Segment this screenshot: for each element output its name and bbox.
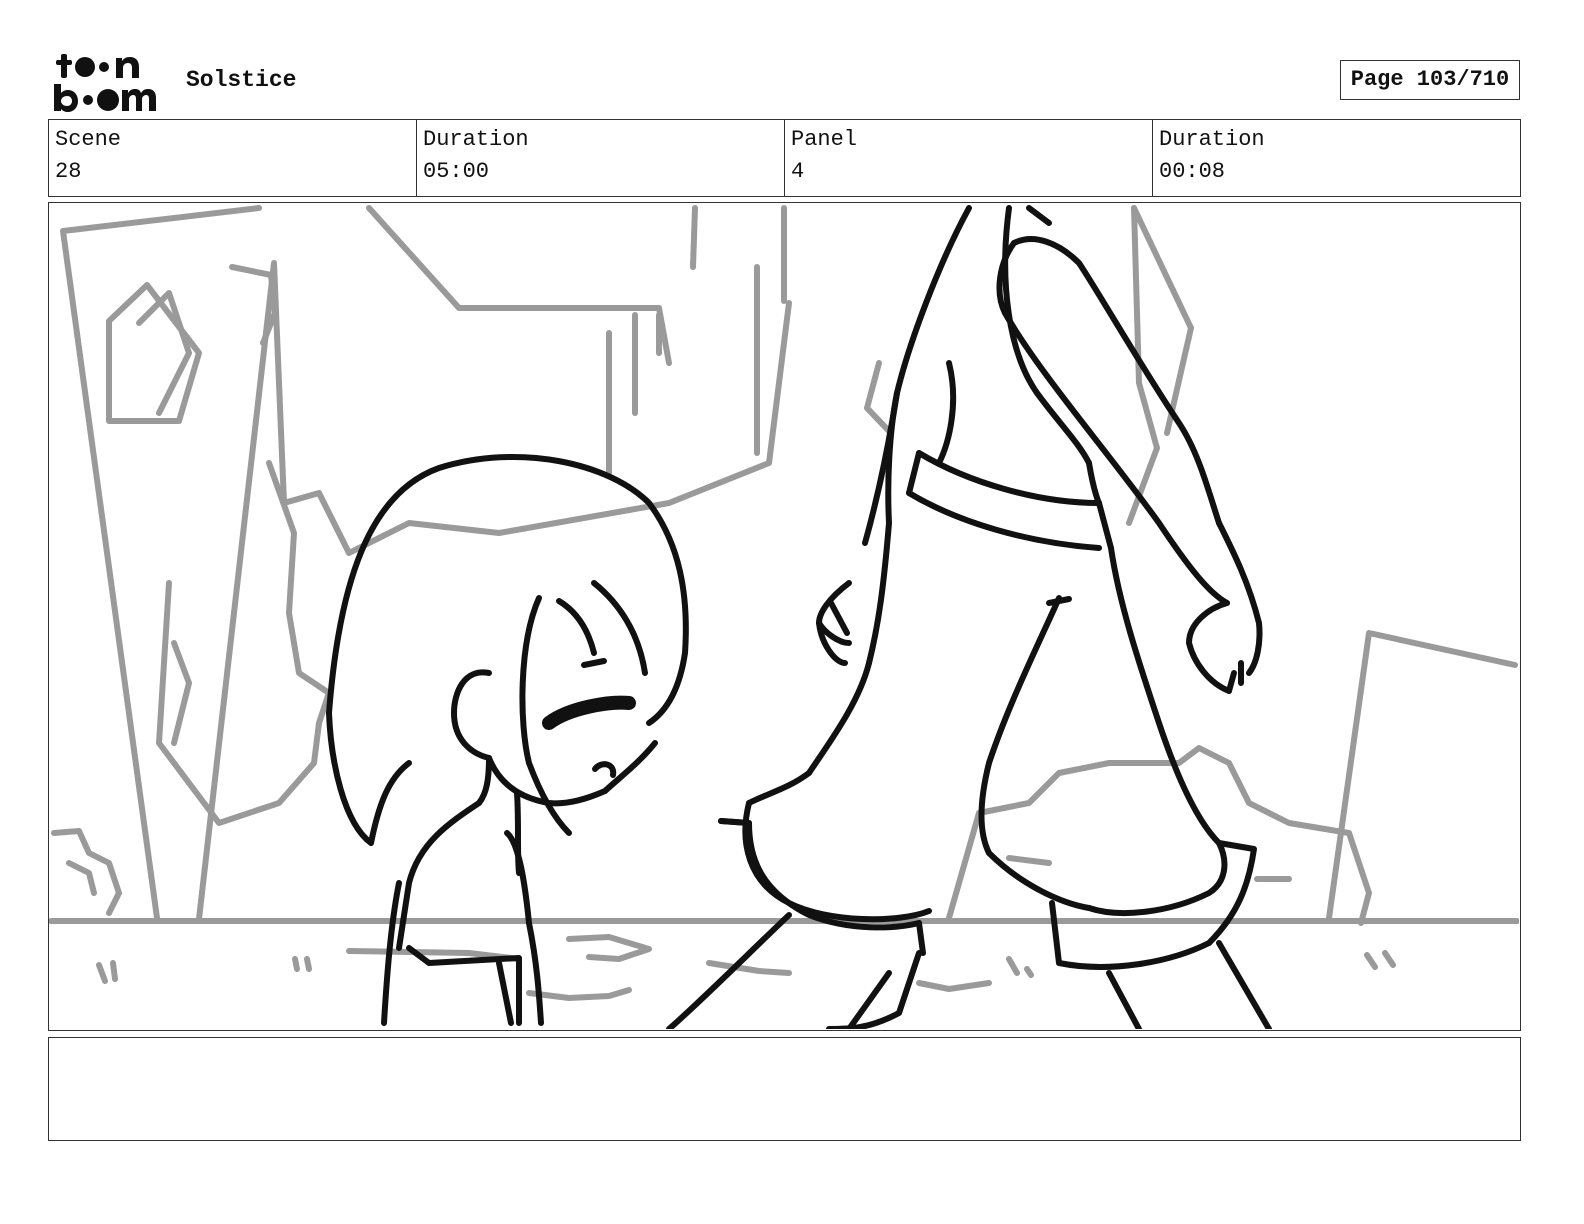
toon-boom-logo [52, 50, 164, 112]
storyboard-panel [48, 202, 1521, 1031]
scene-value: 28 [55, 159, 82, 184]
panel-drawing [49, 205, 1519, 1029]
panel-duration-label: Duration [1159, 127, 1265, 152]
panel-notes-box[interactable] [48, 1037, 1521, 1141]
panel-cell: Panel 4 [785, 120, 1153, 196]
scene-cell: Scene 28 [49, 120, 417, 196]
project-title: Solstice [186, 67, 297, 93]
page-indicator: Page 103/710 [1340, 60, 1520, 100]
scene-label: Scene [55, 127, 122, 152]
panel-duration-cell: Duration 00:08 [1153, 120, 1520, 196]
panel-label: Panel [791, 127, 858, 152]
background-layer [49, 205, 1519, 1001]
scene-info-table: Scene 28 Duration 05:00 Panel 4 Duration… [48, 119, 1521, 197]
scene-duration-value: 05:00 [423, 159, 490, 184]
panel-duration-value: 00:08 [1159, 159, 1226, 184]
scene-duration-cell: Duration 05:00 [417, 120, 785, 196]
panel-value: 4 [791, 159, 805, 184]
scene-duration-label: Duration [423, 127, 529, 152]
character-layer [326, 205, 1272, 1029]
